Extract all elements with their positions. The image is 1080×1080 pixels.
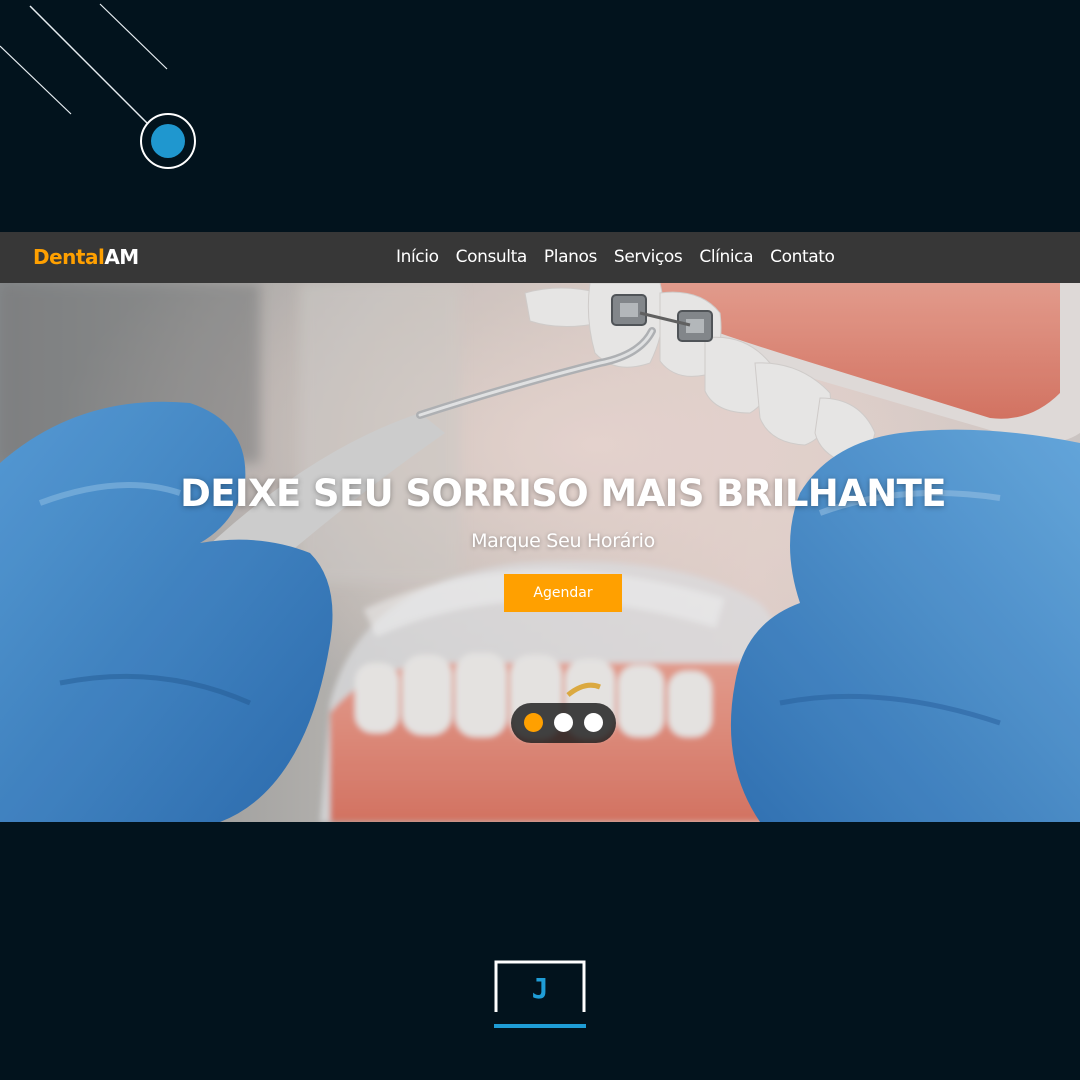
carousel-indicators [511, 703, 616, 743]
hero-banner: DEIXE SEU SORRISO MAIS BRILHANTE Marque … [0, 283, 1080, 822]
schedule-button[interactable]: Agendar [504, 574, 622, 612]
footer-logo-letter: J [531, 972, 549, 1005]
brand-logo[interactable]: DentalAM [33, 240, 139, 274]
hero-subtitle: Marque Seu Horário [471, 530, 655, 552]
nav-link-consulta[interactable]: Consulta [456, 247, 528, 267]
carousel-dot-1-active[interactable] [524, 713, 543, 732]
nav-link-servicos[interactable]: Serviços [614, 247, 683, 267]
brand-name-part1: Dental [33, 245, 105, 269]
nav-link-inicio[interactable]: Início [396, 247, 439, 267]
brand-name-part2: AM [104, 245, 139, 269]
nav-link-clinica[interactable]: Clínica [699, 247, 753, 267]
carousel-dot-3[interactable] [584, 713, 603, 732]
nav-link-planos[interactable]: Planos [544, 247, 597, 267]
nav-link-contato[interactable]: Contato [770, 247, 835, 267]
main-nav: Início Consulta Planos Serviços Clínica … [396, 240, 835, 274]
carousel-dot-2[interactable] [554, 713, 573, 732]
decorative-lines-graphic [0, 3, 196, 169]
page-canvas: DentalAM Início Consulta Planos Serviços… [0, 0, 1080, 1080]
hero-title: DEIXE SEU SORRISO MAIS BRILHANTE [180, 472, 946, 515]
top-navbar: DentalAM Início Consulta Planos Serviços… [0, 232, 1080, 283]
